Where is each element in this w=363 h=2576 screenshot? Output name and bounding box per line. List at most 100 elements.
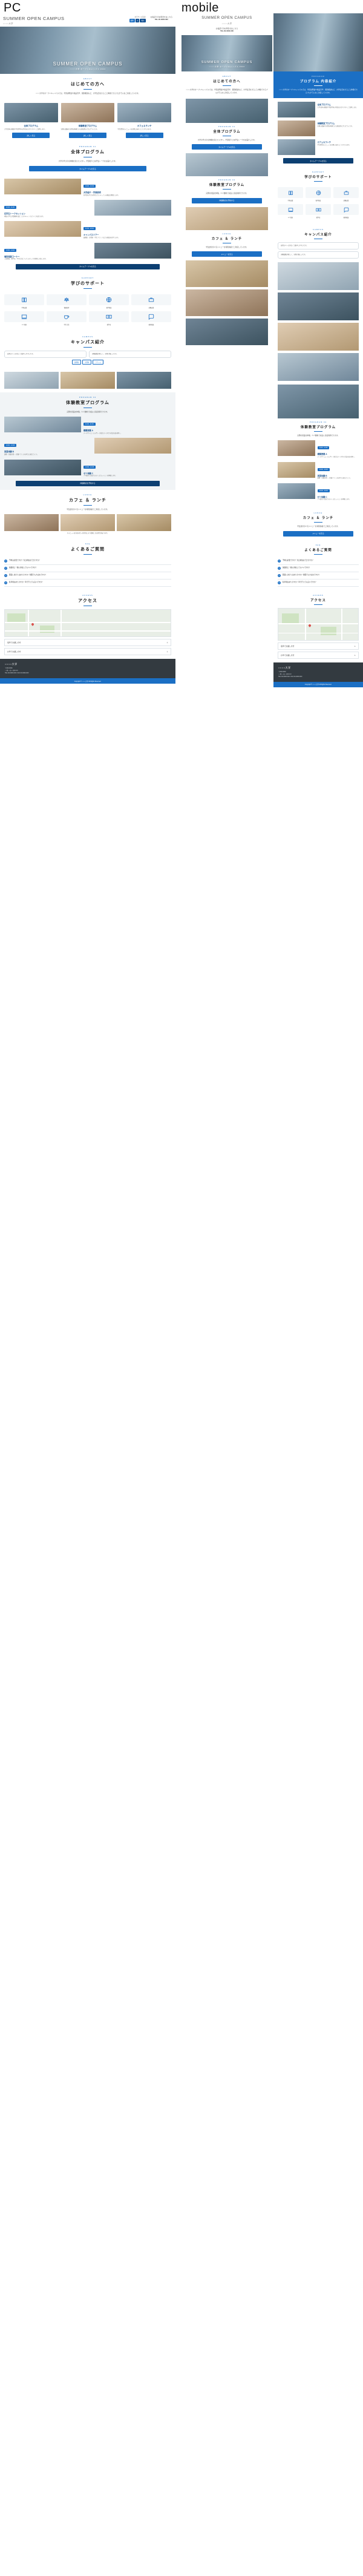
cafe-image: [117, 514, 171, 532]
chat-icon: [333, 204, 359, 216]
program-card-button[interactable]: 詳しく見る: [68, 133, 107, 139]
brand-subtitle: ○○○○大学: [3, 22, 13, 25]
mobile2-footer-address: 〒000-0000 ○○県○○市○○町0-0-0 TEL.00-0000-000…: [278, 670, 302, 678]
mobile-hero: SUMMER OPEN CAMPUS ○○○○大学 オープンキャンパス 2024: [182, 35, 272, 72]
brand[interactable]: SUMMER OPEN CAMPUS ○○○○大学: [3, 16, 129, 25]
mobile2-faq-head: FAQ よくあるご質問: [278, 544, 359, 555]
program-card[interactable]: 体験教室プログラム 実際の講義や実習を体験できる参加型のプログラムです。 詳しく…: [60, 102, 115, 139]
mobile2-experience-head: PROGRAM 02 体験教室プログラム: [278, 421, 359, 432]
mobile2-access-row-label: お車でお越しの方: [281, 653, 295, 656]
mobile2-faq-item[interactable]: Q 保護者と一緒に参加してもいいですか？: [278, 565, 359, 572]
faq-item[interactable]: Q 駐車場はありますか？車で行っても良いですか？: [4, 580, 171, 587]
schedule-image: [94, 242, 171, 259]
program-cards-grid: 全体プログラム 大学全体の概要や学部学科の特色を分かりやすくご説明します。 詳し…: [4, 102, 171, 139]
mobile2-faq-item[interactable]: Q 予約は必要ですか？当日参加はできますか？: [278, 558, 359, 565]
briefcase-icon: [333, 187, 359, 199]
mobile2-faq-question: 服装に決まりはありますか？制服でも大丈夫ですか？: [283, 573, 321, 576]
cafe-kicker: LUNCH: [83, 493, 93, 496]
mobile2-program-head: PROGRAM プログラム 内容紹介: [278, 75, 358, 86]
campus-tag[interactable]: 実習室: [82, 359, 92, 365]
text-size-standard[interactable]: 標準: [129, 19, 135, 22]
faq-item[interactable]: Q 服装に決まりはありますか？制服でも大丈夫ですか？: [4, 572, 171, 580]
support-caption: 資格取得: [64, 307, 70, 309]
mobile2-access-kicker: ACCESS: [313, 593, 324, 596]
program-card[interactable]: 全体プログラム 大学全体の概要や学部学科の特色を分かりやすくご説明します。 詳し…: [4, 102, 58, 139]
mobile-whole-program-button[interactable]: タイムテーブルを見る: [191, 144, 263, 150]
text-size-large[interactable]: 大: [135, 19, 140, 22]
mobile2-access-map[interactable]: [278, 607, 359, 641]
text-size-label: 文字サイズ変更: [134, 16, 146, 18]
mobile2-card[interactable]: カフェ＆ランチ 学生食堂のメニューを実際に味わうことができます。: [278, 139, 359, 156]
faq-head: FAQ よくあるご質問: [4, 543, 171, 555]
header-tel[interactable]: お電話でのお問合せはこちら TEL.00-0000-000: [151, 16, 172, 21]
chevron-plus-icon: ＋: [354, 644, 356, 647]
whole-program-title: 全体プログラム: [71, 150, 105, 155]
mobile2-hero-image: [273, 13, 363, 71]
campus-gallery: [4, 371, 171, 389]
mobile2-program-title: プログラム 内容紹介: [299, 80, 337, 84]
text-size-xlarge[interactable]: 特大: [140, 19, 146, 22]
experience-image: [4, 459, 81, 475]
program-card[interactable]: カフェ＆ランチ 学生食堂のメニューを実際に味わうことができます。 詳しく見る: [117, 102, 171, 139]
faq-item[interactable]: Q 保護者と一緒に参加してもいいですか？: [4, 565, 171, 573]
mobile2-cafe-button[interactable]: メニューを見る: [283, 530, 353, 537]
campus-tag[interactable]: ラウンジ: [93, 359, 103, 365]
mobile2-faq-item[interactable]: Q 服装に決まりはありますか？制服でも大丈夫ですか？: [278, 572, 359, 580]
schedule-row: 10:40 - 11:20 在学生トークセッション 現役の学生が受験期の過ごし方…: [4, 200, 171, 218]
faq-item[interactable]: Q 予約は必要ですか？当日参加はできますか？: [4, 558, 171, 566]
mobile-hero-title: SUMMER OPEN CAMPUS: [201, 61, 253, 65]
mobile2-faq-item[interactable]: Q 駐車場はありますか？車で行っても良いですか？: [278, 580, 359, 587]
mobile2-card[interactable]: 体験教室プログラム 実際の講義や実習を体験できる参加型のプログラムです。: [278, 121, 359, 137]
access-row[interactable]: 電車でお越しの方 ＋: [4, 639, 171, 647]
mobile2-experience-rule: [314, 431, 322, 432]
program-card-button[interactable]: 詳しく見る: [12, 133, 50, 139]
cafe-lead: 学生食堂の人気メニューを特別価格でご用意しています。: [67, 508, 109, 510]
mobile-experience-lead: 実際の授業を体験。少人数制で先生に直接質問できます。: [206, 193, 248, 195]
mobile-cafe-button[interactable]: メニューを見る: [191, 251, 263, 257]
mobile2-experience-image: [278, 483, 315, 499]
support-caption: 奨学金: [106, 324, 111, 326]
schedule-row: 13:00 - 14:00 個別相談コーナー 入試制度、奨学金、学生生活について…: [4, 242, 171, 261]
book-icon: [4, 294, 44, 305]
mobile2-access-row[interactable]: お車でお越しの方 ＋: [278, 651, 359, 659]
schedule-text: 入試制度、奨学金、学生生活についてスタッフが個別に対応します。: [4, 259, 47, 260]
mobile2-access-row[interactable]: 電車でお越しの方 ＋: [278, 642, 359, 650]
campus-head: CAMPUS キャンパス紹介: [4, 335, 171, 348]
access-map[interactable]: [4, 609, 171, 638]
cafe-image: [60, 514, 115, 532]
schedule-body: 11:30 - 12:10 キャンパスツアー 図書館・実習室・学生ラウンジなどの…: [83, 221, 171, 239]
mobile-experience-button[interactable]: 体験教室を予約する: [191, 197, 263, 203]
mobile-intro-head: ABOUT はじめての方へ: [186, 75, 268, 87]
mobile2-experience-row: 13:00 - 13:45 実習体験 B 調理・栄養実習 ― 栄養バランスを考え…: [278, 461, 359, 480]
mobile-header-tel[interactable]: お電話でのお問合せはこちら TEL.00-0000-000: [216, 27, 238, 32]
whole-program-button[interactable]: タイムテーブルを見る: [29, 166, 146, 172]
mobile2-faq-question: 駐車場はありますか？車で行っても良いですか？: [283, 581, 317, 583]
mobile2-experience-image: [278, 461, 315, 478]
mobile2-experience-detail-section: PROGRAM 02 体験教室プログラム 実際の授業を体験。少人数制で先生に直接…: [273, 384, 363, 508]
support-grid: 学習支援 資格取得 留学制度 就職支援 ICT環境 学生生活 奨学金 個別相談: [4, 292, 171, 328]
campus-tag[interactable]: 図書館: [72, 359, 82, 365]
experience-body: 13:00 - 13:45 実習体験 B 調理・栄養実習 ― 栄養バランスを考え…: [4, 438, 92, 456]
mobile2-support-head: SUPPORT 学びのサポート: [278, 171, 359, 182]
access-row[interactable]: お車でお越しの方 ＋: [4, 648, 171, 656]
support-caption: ICT環境: [22, 324, 27, 326]
access-row-label: 電車でお越しの方: [7, 641, 21, 644]
mobile2-experience-time: 13:00 - 13:45: [317, 467, 330, 471]
mobile2-card[interactable]: 全体プログラム 大学全体の概要や学部学科の特色を分かりやすくご説明します。: [278, 102, 359, 118]
whole-program-detail-button[interactable]: タイムテーブルを見る: [16, 263, 160, 269]
text-size-buttons[interactable]: 標準 大 特大: [129, 19, 146, 22]
mobile-whole-program-title: 全体プログラム: [213, 130, 241, 134]
mobile2-detail-button[interactable]: タイムテーブルを見る: [283, 158, 353, 164]
mobile-experience-section: PROGRAM 02 体験教室プログラム 実際の授業を体験。少人数制で先生に直接…: [182, 153, 272, 207]
campus-tags[interactable]: 図書館 実習室 ラウンジ: [4, 359, 171, 365]
program-card-button[interactable]: 詳しく見る: [125, 133, 163, 139]
site-header: SUMMER OPEN CAMPUS ○○○○大学 文字サイズ変更 標準 大 特…: [0, 13, 175, 27]
tel-number[interactable]: TEL.00-0000-000: [151, 18, 172, 21]
gallery-image: [117, 371, 171, 389]
mobile-whole-program-section: PROGRAM 01 全体プログラム 大学の学びの全体像を知りたい方へ。学部紹介…: [182, 98, 272, 154]
experience-button[interactable]: 体験教室を予約する: [16, 480, 160, 486]
mobile2-support-caption: 就職支援: [343, 200, 349, 202]
faq-title: よくあるご質問: [71, 547, 105, 552]
mobile-tel-number[interactable]: TEL.00-0000-000: [216, 30, 238, 32]
mobile2-support-caption: 留学制度: [315, 200, 321, 202]
